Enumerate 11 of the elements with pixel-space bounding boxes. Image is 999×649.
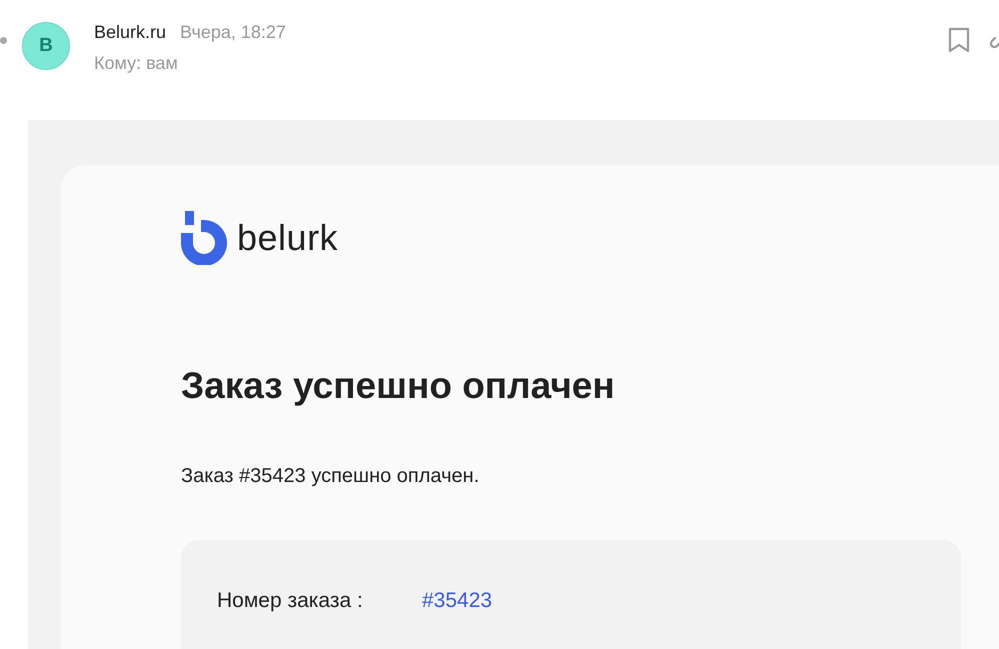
logo-icon (181, 211, 227, 265)
sender-name: Belurk.ru (94, 22, 166, 43)
bookmark-icon[interactable] (947, 26, 971, 54)
detail-label: Номер заказа : (217, 589, 364, 613)
recipient-text: Кому: вам (94, 53, 178, 74)
message-text: Заказ #35423 успешно оплачен. (181, 465, 480, 488)
order-link[interactable]: #35423 (422, 589, 492, 613)
message-time: Вчера, 18:27 (180, 22, 286, 43)
sender-avatar: B (22, 22, 70, 70)
logo-text: belurk (237, 217, 338, 259)
email-title: Заказ успешно оплачен (181, 365, 616, 407)
